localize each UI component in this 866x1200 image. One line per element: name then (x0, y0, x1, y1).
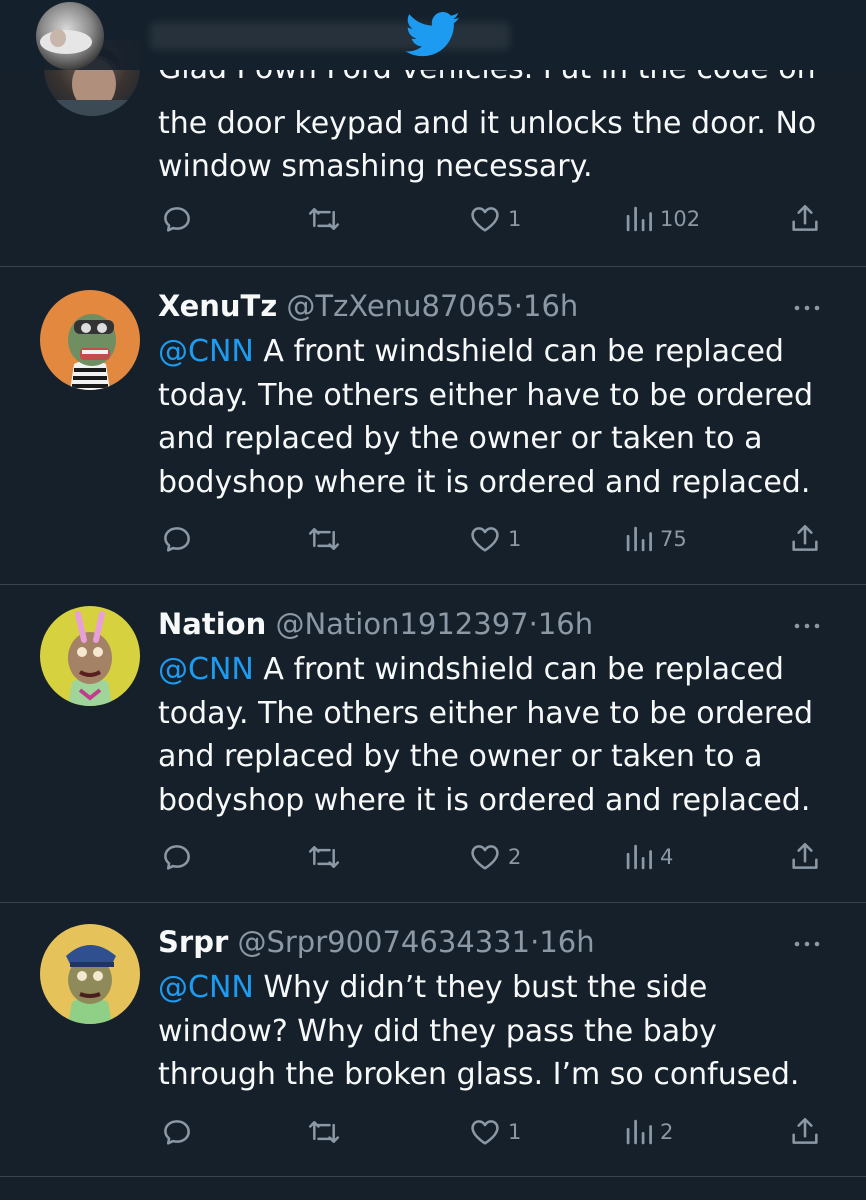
heart-icon (468, 840, 502, 874)
timestamp[interactable]: 16h (523, 289, 578, 323)
like-count: 1 (508, 1120, 522, 1144)
heart-icon (468, 202, 502, 236)
mention-link[interactable]: @CNN (158, 334, 254, 369)
heart-icon (468, 1115, 502, 1149)
twitter-bird-icon[interactable] (405, 12, 461, 58)
views-icon (624, 522, 654, 556)
like-button[interactable]: 1 (468, 199, 521, 239)
tweet-text-content: A front windshield can be replaced today… (158, 652, 814, 818)
retweet-icon (306, 202, 342, 236)
profile-avatar[interactable] (36, 2, 104, 70)
tweet-actions: 1 2 (0, 1112, 866, 1152)
share-icon (788, 522, 822, 556)
tweet-text-content: A front windshield can be replaced today… (158, 334, 814, 500)
share-button[interactable] (788, 199, 822, 239)
views-button[interactable]: 102 (624, 199, 700, 239)
separator-dot: · (528, 607, 538, 641)
reply-button[interactable] (160, 519, 194, 559)
share-icon (788, 202, 822, 236)
reply-icon (160, 202, 194, 236)
retweet-button[interactable] (306, 519, 342, 559)
tweet-header: XenuTz @TzXenu87065·16h (158, 286, 578, 326)
avatar[interactable] (40, 924, 140, 1024)
tweet-3[interactable]: Nation @Nation1912397·16h @CNN A front w… (0, 584, 866, 903)
reply-button[interactable] (160, 837, 194, 877)
share-button[interactable] (788, 519, 822, 559)
more-options-icon[interactable] (792, 616, 822, 636)
views-button[interactable]: 4 (624, 837, 673, 877)
views-button[interactable]: 75 (624, 519, 687, 559)
tweet-text: the door keypad and it unlocks the door.… (158, 106, 817, 184)
retweet-icon (306, 522, 342, 556)
timestamp[interactable]: 16h (539, 925, 594, 959)
tweet-text: @CNN Why didn’t they bust the side windo… (158, 966, 838, 1097)
more-options-icon[interactable] (792, 934, 822, 954)
views-count: 4 (660, 845, 674, 869)
timestamp[interactable]: 16h (538, 607, 593, 641)
tweet-actions: 1 102 (0, 199, 866, 239)
tweet-4[interactable]: Srpr @Srpr90074634331·16h @CNN Why didn’… (0, 902, 866, 1177)
like-button[interactable]: 1 (468, 1112, 521, 1152)
like-button[interactable]: 2 (468, 837, 521, 877)
views-icon (624, 202, 654, 236)
mention-link[interactable]: @CNN (158, 970, 254, 1005)
display-name[interactable]: XenuTz (158, 289, 277, 323)
reply-icon (160, 840, 194, 874)
like-count: 2 (508, 845, 522, 869)
reply-icon (160, 1115, 194, 1149)
reply-button[interactable] (160, 199, 194, 239)
retweet-icon (306, 840, 342, 874)
retweet-icon (306, 1115, 342, 1149)
like-count: 1 (508, 207, 522, 231)
separator-dot: · (513, 289, 523, 323)
tweet-header: Srpr @Srpr90074634331·16h (158, 922, 595, 962)
tweet-2[interactable]: XenuTz @TzXenu87065·16h @CNN A front win… (0, 266, 866, 585)
share-icon (788, 1115, 822, 1149)
share-button[interactable] (788, 837, 822, 877)
reply-icon (160, 522, 194, 556)
tweet-header: Nation @Nation1912397·16h (158, 604, 593, 644)
tweet-text-content: Why didn’t they bust the side window? Wh… (158, 970, 800, 1092)
views-icon (624, 840, 654, 874)
share-button[interactable] (788, 1112, 822, 1152)
views-count: 75 (660, 527, 687, 551)
retweet-button[interactable] (306, 837, 342, 877)
like-button[interactable]: 1 (468, 519, 521, 559)
reply-button[interactable] (160, 1112, 194, 1152)
username[interactable]: @Srpr90074634331 (237, 925, 530, 959)
retweet-button[interactable] (306, 1112, 342, 1152)
separator-dot: · (530, 925, 540, 959)
share-icon (788, 840, 822, 874)
views-count: 102 (660, 207, 701, 231)
top-bar (0, 0, 866, 70)
avatar[interactable] (40, 290, 140, 390)
retweet-button[interactable] (306, 199, 342, 239)
username[interactable]: @TzXenu87065 (286, 289, 513, 323)
display-name[interactable]: Srpr (158, 925, 228, 959)
views-icon (624, 1115, 654, 1149)
like-count: 1 (508, 527, 522, 551)
display-name[interactable]: Nation (158, 607, 266, 641)
mention-link[interactable]: @CNN (158, 652, 254, 687)
heart-icon (468, 522, 502, 556)
views-button[interactable]: 2 (624, 1112, 673, 1152)
tweet-actions: 1 75 (0, 519, 866, 559)
views-count: 2 (660, 1120, 674, 1144)
username[interactable]: @Nation1912397 (275, 607, 528, 641)
tweet-text: @CNN A front windshield can be replaced … (158, 648, 838, 822)
tweet-text: @CNN A front windshield can be replaced … (158, 330, 838, 504)
tweet-actions: 2 4 (0, 837, 866, 877)
more-options-icon[interactable] (792, 298, 822, 318)
avatar[interactable] (40, 606, 140, 706)
